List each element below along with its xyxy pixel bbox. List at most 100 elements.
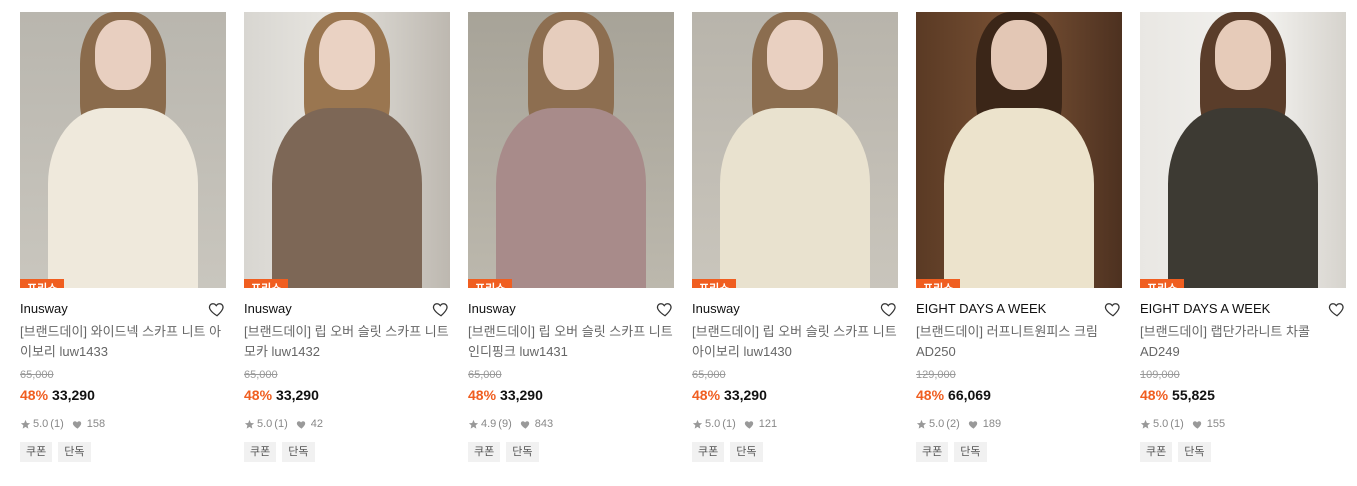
sale-price: 66,069 [948, 387, 991, 403]
knit-sweater [1168, 108, 1318, 288]
preshow-badge: 프리쇼 [244, 279, 289, 288]
product-image[interactable]: 프리쇼 [20, 12, 226, 288]
knit-dress [944, 108, 1094, 288]
knit-sweater [720, 108, 870, 288]
heart-outline-icon[interactable] [1328, 300, 1346, 318]
discount-rate: 48% [692, 387, 721, 403]
model-face [95, 20, 151, 90]
knit-sweater [48, 108, 198, 288]
original-price: 65,000 [244, 369, 278, 381]
product-card[interactable]: 프리쇼 Inusway [브랜드데이] 립 오버 슬릿 스카프 니트 아이보리 … [692, 12, 898, 462]
coupon-tag: 쿠폰 [468, 442, 501, 462]
exclusive-tag: 단독 [506, 442, 539, 462]
product-name[interactable]: [브랜드데이] 랩단가라니트 차콜 AD249 [1140, 322, 1346, 362]
like-count: 189 [982, 418, 1002, 430]
like-count: 121 [758, 418, 778, 430]
star-icon [468, 419, 479, 429]
brand-name[interactable]: Inusway [468, 300, 674, 318]
exclusive-tag: 단독 [730, 442, 763, 462]
rating-score: 5.0 [33, 418, 49, 430]
exclusive-tag: 단독 [1178, 442, 1211, 462]
heart-filled-icon [520, 420, 529, 429]
heart-filled-icon [296, 420, 305, 429]
product-card[interactable]: 프리쇼 Inusway [브랜드데이] 립 오버 슬릿 스카프 니트 모카 lu… [244, 12, 450, 462]
original-price: 65,000 [468, 369, 502, 381]
exclusive-tag: 단독 [58, 442, 91, 462]
brand-name[interactable]: Inusway [244, 300, 450, 318]
product-name[interactable]: [브랜드데이] 러프니트원피스 크림 AD250 [916, 322, 1122, 362]
product-card[interactable]: 프리쇼 EIGHT DAYS A WEEK [브랜드데이] 랩단가라니트 차콜 … [1140, 12, 1346, 462]
product-card[interactable]: 프리쇼 Inusway [브랜드데이] 립 오버 슬릿 스카프 니트 인디핑크 … [468, 12, 674, 462]
discount-rate: 48% [916, 387, 945, 403]
product-card[interactable]: 프리쇼 EIGHT DAYS A WEEK [브랜드데이] 러프니트원피스 크림… [916, 12, 1122, 462]
heart-filled-icon [744, 420, 753, 429]
coupon-tag: 쿠폰 [692, 442, 725, 462]
model-face [543, 20, 599, 90]
model-face [991, 20, 1047, 90]
knit-sweater [272, 108, 422, 288]
rating-score: 4.9 [481, 418, 497, 430]
model-face [767, 20, 823, 90]
heart-outline-icon[interactable] [432, 300, 450, 318]
product-name[interactable]: [브랜드데이] 와이드넥 스카프 니트 아이보리 luw1433 [20, 322, 226, 362]
star-icon [244, 419, 255, 429]
rating-score: 5.0 [1153, 418, 1169, 430]
like-count: 158 [86, 418, 106, 430]
model-face [1215, 20, 1271, 90]
sale-price: 33,290 [276, 387, 319, 403]
star-icon [20, 419, 31, 429]
product-image[interactable]: 프리쇼 [916, 12, 1122, 288]
heart-filled-icon [968, 420, 977, 429]
preshow-badge: 프리쇼 [916, 279, 961, 288]
sale-price: 33,290 [52, 387, 95, 403]
discount-rate: 48% [1140, 387, 1169, 403]
original-price: 129,000 [916, 369, 956, 381]
rating-score: 5.0 [257, 418, 273, 430]
like-count: 843 [534, 418, 554, 430]
review-count: (9) [498, 418, 512, 430]
sale-price: 55,825 [1172, 387, 1215, 403]
product-name[interactable]: [브랜드데이] 립 오버 슬릿 스카프 니트 모카 luw1432 [244, 322, 450, 362]
preshow-badge: 프리쇼 [20, 279, 65, 288]
coupon-tag: 쿠폰 [1140, 442, 1173, 462]
heart-filled-icon [72, 420, 81, 429]
model-face [319, 20, 375, 90]
heart-outline-icon[interactable] [880, 300, 898, 318]
coupon-tag: 쿠폰 [20, 442, 53, 462]
heart-filled-icon [1192, 420, 1201, 429]
exclusive-tag: 단독 [282, 442, 315, 462]
star-icon [692, 419, 703, 429]
product-name[interactable]: [브랜드데이] 립 오버 슬릿 스카프 니트 아이보리 luw1430 [692, 322, 898, 362]
brand-name[interactable]: EIGHT DAYS A WEEK [916, 300, 1122, 318]
product-card[interactable]: 프리쇼 Inusway [브랜드데이] 와이드넥 스카프 니트 아이보리 luw… [20, 12, 226, 462]
brand-name[interactable]: Inusway [20, 300, 226, 318]
original-price: 65,000 [692, 369, 726, 381]
exclusive-tag: 단독 [954, 442, 987, 462]
product-image[interactable]: 프리쇼 [244, 12, 450, 288]
preshow-badge: 프리쇼 [692, 279, 737, 288]
preshow-badge: 프리쇼 [468, 279, 513, 288]
sale-price: 33,290 [500, 387, 543, 403]
heart-outline-icon[interactable] [656, 300, 674, 318]
product-image[interactable]: 프리쇼 [1140, 12, 1346, 288]
discount-rate: 48% [244, 387, 273, 403]
original-price: 109,000 [1140, 369, 1180, 381]
heart-outline-icon[interactable] [1104, 300, 1122, 318]
brand-name[interactable]: Inusway [692, 300, 898, 318]
discount-rate: 48% [468, 387, 497, 403]
knit-sweater [496, 108, 646, 288]
review-count: (1) [50, 418, 64, 430]
product-image[interactable]: 프리쇼 [468, 12, 674, 288]
sale-price: 33,290 [724, 387, 767, 403]
heart-outline-icon[interactable] [208, 300, 226, 318]
rating-score: 5.0 [929, 418, 945, 430]
review-count: (1) [274, 418, 288, 430]
discount-rate: 48% [20, 387, 49, 403]
product-image[interactable]: 프리쇼 [692, 12, 898, 288]
like-count: 155 [1206, 418, 1226, 430]
star-icon [916, 419, 927, 429]
review-count: (2) [946, 418, 960, 430]
product-name[interactable]: [브랜드데이] 립 오버 슬릿 스카프 니트 인디핑크 luw1431 [468, 322, 674, 362]
preshow-badge: 프리쇼 [1140, 279, 1185, 288]
brand-name[interactable]: EIGHT DAYS A WEEK [1140, 300, 1346, 318]
